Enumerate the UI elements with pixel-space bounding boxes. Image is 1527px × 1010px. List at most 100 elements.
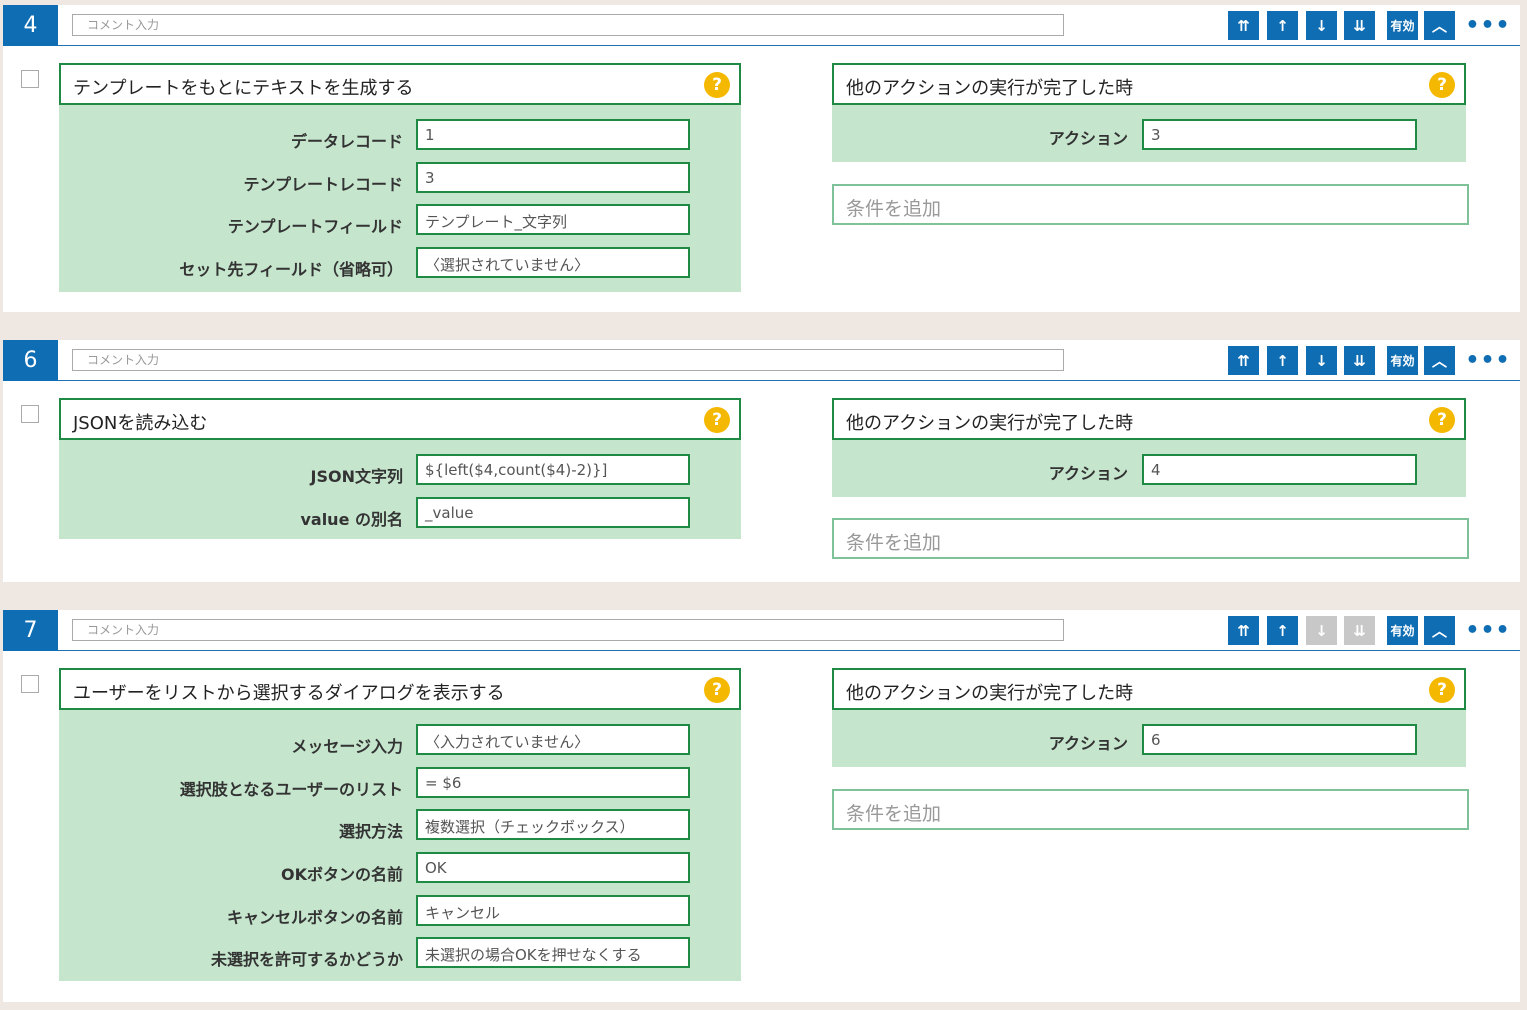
add-condition-field[interactable]: 条件を追加 [832, 184, 1469, 225]
action-block: 4 ⇈ ↑ ↓ ⇊ 有効 ︿ ••• テンプレートをもとにテキストを生成する ?… [3, 5, 1520, 312]
field-label: キャンセルボタンの名前 [226, 907, 403, 927]
block-number: 4 [3, 5, 58, 46]
move-up-button[interactable]: ↑ [1267, 11, 1298, 40]
field-row: 選択方法 複数選択（チェックボックス） [59, 809, 741, 852]
field-row: OKボタンの名前 OK [59, 852, 741, 895]
action-title[interactable]: JSONを読み込む ? [59, 398, 741, 440]
field-value[interactable]: 複数選択（チェックボックス） [416, 809, 690, 841]
condition-row: アクション 6 [832, 710, 1466, 767]
action-title[interactable]: ユーザーをリストから選択するダイアログを表示する ? [59, 668, 741, 710]
condition-title[interactable]: 他のアクションの実行が完了した時 ? [832, 398, 1466, 440]
field-value[interactable]: 〈入力されていません〉 [416, 724, 690, 755]
enable-toggle-button[interactable]: 有効 [1387, 616, 1418, 645]
help-icon[interactable]: ? [704, 677, 730, 703]
collapse-button[interactable]: ︿ [1424, 616, 1455, 645]
action-title-text: JSONを読み込む [73, 413, 208, 434]
move-down-button[interactable]: ↓ [1306, 346, 1337, 375]
action-panel: ユーザーをリストから選択するダイアログを表示する ? メッセージ入力 〈入力され… [59, 668, 741, 982]
help-icon[interactable]: ? [1429, 677, 1455, 703]
block-number: 6 [3, 340, 58, 381]
action-block: 7 ⇈ ↑ ↓ ⇊ 有効 ︿ ••• ユーザーをリストから選択するダイアログを表… [3, 610, 1520, 1002]
field-label: テンプレートフィールド [227, 217, 403, 237]
move-up-button[interactable]: ↑ [1267, 346, 1298, 375]
comment-input[interactable] [72, 14, 1064, 36]
condition-action-label: アクション [1048, 734, 1128, 753]
field-value[interactable]: 3 [416, 161, 690, 193]
field-value[interactable]: _value [416, 496, 690, 528]
field-value[interactable]: キャンセル [416, 894, 690, 926]
block-header: 7 ⇈ ↑ ↓ ⇊ 有効 ︿ ••• [3, 610, 1520, 651]
field-label: 選択方法 [338, 822, 403, 842]
move-top-button[interactable]: ⇈ [1228, 11, 1259, 40]
add-condition-field[interactable]: 条件を追加 [832, 789, 1469, 830]
field-row: メッセージ入力 〈入力されていません〉 [59, 724, 741, 767]
field-value[interactable]: テンプレート_文字列 [416, 204, 690, 236]
field-row: データレコード 1 [59, 119, 741, 162]
field-label: JSON文字列 [310, 467, 403, 486]
move-up-button[interactable]: ↑ [1267, 616, 1298, 645]
condition-row: アクション 4 [832, 440, 1466, 497]
condition-panel: 他のアクションの実行が完了した時 ? アクション 4 [832, 398, 1466, 497]
condition-action-value[interactable]: 6 [1142, 724, 1417, 755]
field-row: セット先フィールド（省略可） 〈選択されていません〉 [59, 247, 741, 290]
block-header: 6 ⇈ ↑ ↓ ⇊ 有効 ︿ ••• [3, 340, 1520, 381]
condition-action-value[interactable]: 4 [1142, 454, 1417, 485]
comment-input[interactable] [72, 619, 1064, 641]
condition-title-text: 他のアクションの実行が完了した時 [846, 413, 1134, 434]
field-row: value の別名 _value [59, 496, 741, 540]
condition-title[interactable]: 他のアクションの実行が完了した時 ? [832, 63, 1466, 105]
enable-toggle-button[interactable]: 有効 [1387, 346, 1418, 375]
condition-panel: 他のアクションの実行が完了した時 ? アクション 3 [832, 63, 1466, 162]
more-icon[interactable]: ••• [1465, 616, 1509, 645]
condition-title[interactable]: 他のアクションの実行が完了した時 ? [832, 668, 1466, 710]
help-icon[interactable]: ? [1429, 72, 1455, 98]
field-value[interactable]: 〈選択されていません〉 [416, 247, 690, 279]
move-down-button[interactable]: ↓ [1306, 11, 1337, 40]
field-row: 選択肢となるユーザーのリスト = $6 [59, 766, 741, 810]
collapse-button[interactable]: ︿ [1424, 346, 1455, 375]
move-top-button[interactable]: ⇈ [1228, 346, 1259, 375]
condition-action-value[interactable]: 3 [1142, 119, 1417, 150]
field-value[interactable]: OK [416, 852, 690, 884]
condition-title-text: 他のアクションの実行が完了した時 [846, 683, 1134, 704]
action-panel: JSONを読み込む ? JSON文字列 ${left($4,count($4)-… [59, 398, 741, 540]
action-title[interactable]: テンプレートをもとにテキストを生成する ? [59, 63, 741, 105]
more-icon[interactable]: ••• [1465, 11, 1509, 40]
comment-input[interactable] [72, 349, 1064, 371]
select-checkbox[interactable] [21, 675, 39, 693]
field-value[interactable]: = $6 [416, 766, 690, 798]
field-label: テンプレートレコード [243, 174, 403, 194]
condition-row: アクション 3 [832, 105, 1466, 162]
condition-title-text: 他のアクションの実行が完了した時 [846, 78, 1134, 99]
condition-panel: 他のアクションの実行が完了した時 ? アクション 6 [832, 668, 1466, 767]
field-row: 未選択を許可するかどうか 未選択の場合OKを押せなくする [59, 937, 741, 980]
field-label: 選択肢となるユーザーのリスト [179, 779, 403, 799]
field-value[interactable]: 1 [416, 119, 690, 150]
field-value[interactable]: ${left($4,count($4)-2)}] [416, 454, 690, 485]
action-panel: テンプレートをもとにテキストを生成する ? データレコード 1 テンプレートレコ… [59, 63, 741, 292]
help-icon[interactable]: ? [704, 407, 730, 433]
select-checkbox[interactable] [21, 405, 39, 423]
add-condition-field[interactable]: 条件を追加 [832, 518, 1469, 559]
move-bottom-button-disabled: ⇊ [1344, 616, 1375, 645]
field-value[interactable]: 未選択の場合OKを押せなくする [416, 937, 690, 969]
field-row: JSON文字列 ${left($4,count($4)-2)}] [59, 454, 741, 497]
move-bottom-button[interactable]: ⇊ [1344, 346, 1375, 375]
help-icon[interactable]: ? [704, 72, 730, 98]
field-label: メッセージ入力 [291, 737, 403, 756]
move-top-button[interactable]: ⇈ [1228, 616, 1259, 645]
select-checkbox[interactable] [21, 70, 39, 88]
enable-toggle-button[interactable]: 有効 [1387, 11, 1418, 40]
action-title-text: テンプレートをもとにテキストを生成する [73, 78, 414, 99]
collapse-button[interactable]: ︿ [1424, 11, 1455, 40]
action-title-text: ユーザーをリストから選択するダイアログを表示する [73, 683, 505, 704]
more-icon[interactable]: ••• [1465, 346, 1509, 375]
help-icon[interactable]: ? [1429, 407, 1455, 433]
block-number: 7 [3, 610, 58, 651]
condition-action-label: アクション [1048, 464, 1128, 483]
field-label: OKボタンの名前 [280, 865, 403, 885]
move-bottom-button[interactable]: ⇊ [1344, 11, 1375, 40]
field-label: セット先フィールド（省略可） [179, 260, 403, 280]
field-row: キャンセルボタンの名前 キャンセル [59, 894, 741, 938]
field-label: 未選択を許可するかどうか [210, 950, 403, 970]
